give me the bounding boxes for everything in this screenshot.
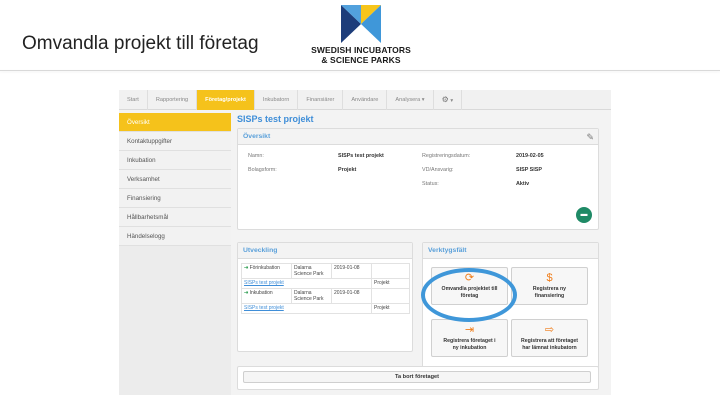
form-label: Bolagsform: (248, 167, 277, 173)
table-row: SISPs test projekt Projekt (241, 278, 410, 289)
project-title: SISPs test projekt (237, 114, 314, 124)
folder-icon: ▬ (580, 211, 588, 218)
dev-org-line-2: Science Park (294, 296, 324, 302)
gear-icon: ⚙ (441, 95, 449, 104)
dev-kind: Projekt (371, 303, 410, 314)
sidebar-item-verksamhet[interactable]: Verksamhet (119, 170, 231, 189)
highlight-ring (421, 268, 517, 322)
table-cell (371, 288, 410, 304)
exit-icon: ⇨ (544, 324, 555, 336)
table-cell: Dalarna Science Park (291, 263, 332, 279)
table-cell (371, 263, 410, 279)
register-funding-button[interactable]: $ Registrera ny finansiering (511, 267, 588, 305)
overview-panel: Översikt ✎ Namn: SISPs test projekt Bola… (237, 128, 599, 230)
delete-company-button[interactable]: Ta bort företaget (243, 371, 591, 383)
name-value: SISPs test projekt (338, 153, 384, 159)
status-value: Aktiv (516, 181, 530, 187)
overview-heading: Översikt (238, 129, 598, 145)
owner-label: VD/Ansvarig: (422, 167, 454, 173)
table-row: SISPs test projekt Projekt (241, 303, 410, 314)
sidebar: Översikt Kontaktuppgifter Inkubation Ver… (119, 113, 231, 395)
register-exit-button[interactable]: ⇨ Registrera att företaget har lämnat in… (511, 319, 588, 357)
development-table: ⇥ Förinkubation Dalarna Science Park 2019… (241, 263, 410, 314)
logo-line-1: SWEDISH INCUBATORS (311, 45, 411, 55)
sidebar-item-oversikt[interactable]: Översikt (119, 113, 231, 132)
tab-start[interactable]: Start (119, 90, 148, 110)
table-cell: SISPs test projekt (241, 278, 372, 289)
folder-button[interactable]: ▬ (576, 207, 592, 223)
development-panel: Utveckling ⇥ Förinkubation Dalarna Scienc… (237, 242, 413, 352)
table-cell: Dalarna Science Park (291, 288, 332, 304)
regdate-value: 2019-02-05 (516, 153, 544, 159)
tab-analysera[interactable]: Analysera ▾ (387, 90, 434, 110)
status-label: Status: (422, 181, 439, 187)
sisp-logo: SWEDISH INCUBATORS & SCIENCE PARKS (306, 5, 416, 67)
sidebar-item-handelselogg[interactable]: Händelselogg (119, 227, 231, 246)
table-cell: ⇥ Förinkubation (241, 263, 292, 279)
dev-date: 2019-01-08 (331, 288, 372, 304)
dev-kind: Projekt (371, 278, 410, 289)
sidebar-item-kontaktuppgifter[interactable]: Kontaktuppgifter (119, 132, 231, 151)
incub-label-line-1: Registrera företaget i (443, 338, 496, 344)
edit-pencil-icon[interactable]: ✎ (586, 132, 594, 143)
logo-line-2: & SCIENCE PARKS (321, 55, 401, 65)
funding-label-line-2: finansiering (534, 292, 565, 299)
enter-arrow-icon: ⇥ (244, 290, 249, 296)
tab-inkubatorn[interactable]: Inkubatorn (255, 90, 299, 110)
settings-menu[interactable]: ⚙ ▾ (434, 90, 463, 110)
dev-type: Inkubation (249, 290, 273, 296)
sidebar-item-inkubation[interactable]: Inkubation (119, 151, 231, 170)
delete-panel: Ta bort företaget (237, 366, 599, 390)
table-row: ⇥ Inkubation Dalarna Science Park 2019-01… (241, 288, 410, 304)
dev-project-link[interactable]: SISPs test projekt (244, 305, 284, 311)
top-navigation: Start Rapportering Företag/projekt Inkub… (119, 90, 611, 110)
dev-project-link[interactable]: SISPs test projekt (244, 280, 284, 286)
tab-rapportering[interactable]: Rapportering (148, 90, 198, 110)
tab-foretag-projekt[interactable]: Företag/projekt (197, 90, 255, 110)
tab-anvandare[interactable]: Användare (343, 90, 388, 110)
exit-label-line-2: har lämnat inkubatorn (522, 344, 577, 351)
dev-org-line-2: Science Park (294, 271, 324, 277)
dev-type: Förinkubation (249, 265, 280, 271)
logo-text: SWEDISH INCUBATORS & SCIENCE PARKS (306, 45, 416, 65)
settings-caret: ▾ (450, 98, 454, 104)
form-value: Projekt (338, 167, 357, 173)
table-cell: SISPs test projekt (241, 303, 372, 314)
sidebar-item-hallbarhetsmal[interactable]: Hållbarhetsmål (119, 208, 231, 227)
development-heading: Utveckling (238, 243, 412, 259)
app-screenshot: Start Rapportering Företag/projekt Inkub… (119, 90, 611, 395)
enter-icon: ⇥ (464, 324, 475, 336)
enter-arrow-icon: ⇥ (244, 265, 249, 271)
incub-label-line-2: ny inkubation (452, 344, 487, 351)
register-incubation-button[interactable]: ⇥ Registrera företaget i ny inkubation (431, 319, 508, 357)
tab-finansiarer[interactable]: Finansiärer (298, 90, 344, 110)
slide-divider (0, 70, 720, 71)
toolbox-heading: Verktygsfält (423, 243, 598, 259)
sidebar-item-finansiering[interactable]: Finansiering (119, 189, 231, 208)
dev-date: 2019-01-08 (331, 263, 372, 279)
sisp-logo-mark (341, 5, 381, 43)
funding-label-line-1: Registrera ny (532, 286, 567, 292)
owner-value: SISP SISP (516, 167, 542, 173)
regdate-label: Registreringsdatum: (422, 153, 471, 159)
slide-title: Omvandla projekt till företag (22, 33, 259, 54)
exit-label-line-1: Registrera att företaget (520, 338, 579, 344)
name-label: Namn: (248, 153, 264, 159)
table-cell: ⇥ Inkubation (241, 288, 292, 304)
dollar-icon: $ (546, 272, 553, 284)
table-row: ⇥ Förinkubation Dalarna Science Park 2019… (241, 263, 410, 279)
